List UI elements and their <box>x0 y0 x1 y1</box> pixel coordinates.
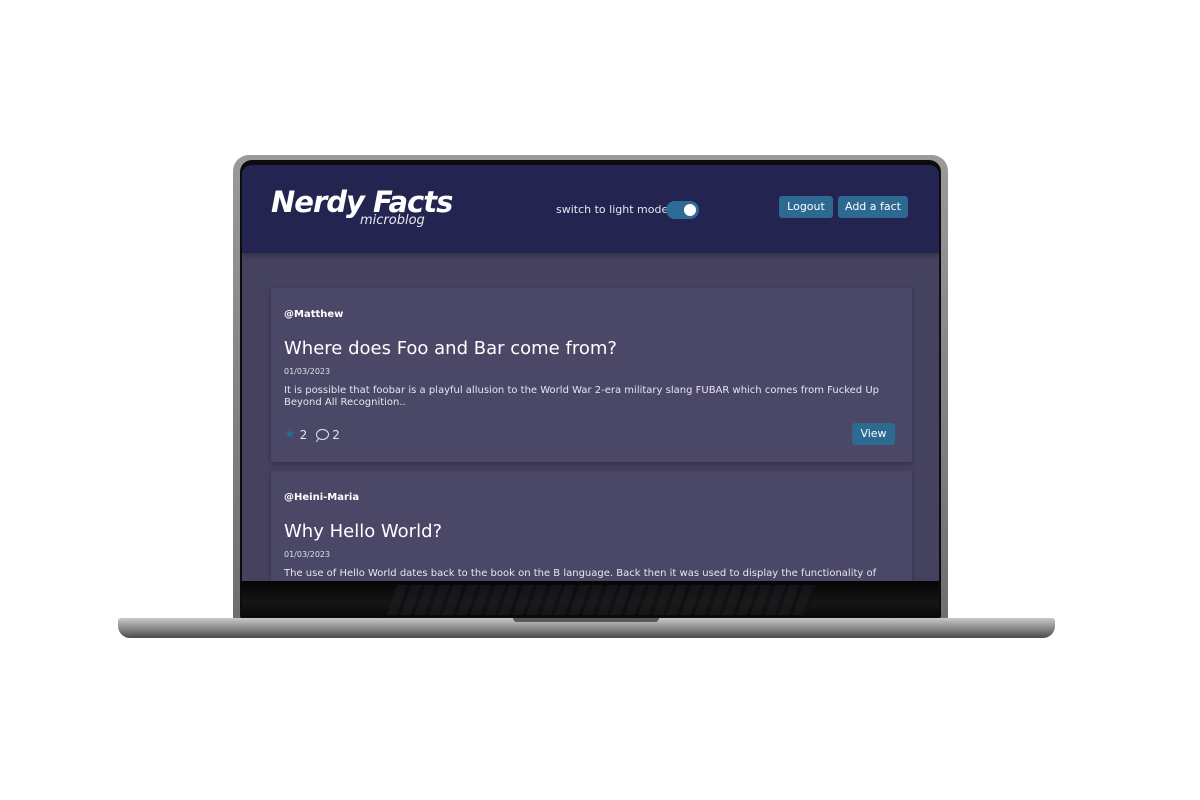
star-count: 2 <box>299 427 308 442</box>
post-date: 01/03/2023 <box>284 367 331 376</box>
app-header: Nerdy Facts microblog switch to light mo… <box>242 165 939 253</box>
post-title: Why Hello World? <box>284 521 443 542</box>
star-icon[interactable]: ★ <box>284 427 296 442</box>
post-author[interactable]: @Matthew <box>284 309 343 320</box>
keyboard-reflection <box>242 581 939 617</box>
post-author[interactable]: @Heini-Maria <box>284 492 359 503</box>
logout-button[interactable]: Logout <box>779 196 833 218</box>
logo-subtitle: microblog <box>360 213 425 228</box>
post-card: @Matthew Where does Foo and Bar come fro… <box>271 288 912 462</box>
laptop-base-notch <box>513 618 659 622</box>
theme-toggle[interactable] <box>666 201 699 219</box>
post-excerpt: It is possible that foobar is a playful … <box>284 385 879 408</box>
post-excerpt: The use of Hello World dates back to the… <box>284 568 877 579</box>
toggle-knob <box>684 204 696 216</box>
view-button[interactable]: View <box>852 423 895 445</box>
post-stats: ★ 2 2 <box>284 427 340 442</box>
post-title: Where does Foo and Bar come from? <box>284 338 617 359</box>
add-fact-button[interactable]: Add a fact <box>838 196 908 218</box>
post-date: 01/03/2023 <box>284 550 331 559</box>
app-screen: Nerdy Facts microblog switch to light mo… <box>242 165 939 581</box>
keyboard-keys <box>386 585 818 615</box>
theme-toggle-label: switch to light mode <box>556 203 669 216</box>
post-card: @Heini-Maria Why Hello World? 01/03/2023… <box>271 471 912 581</box>
comment-icon[interactable] <box>316 429 330 440</box>
comment-count: 2 <box>332 427 340 442</box>
